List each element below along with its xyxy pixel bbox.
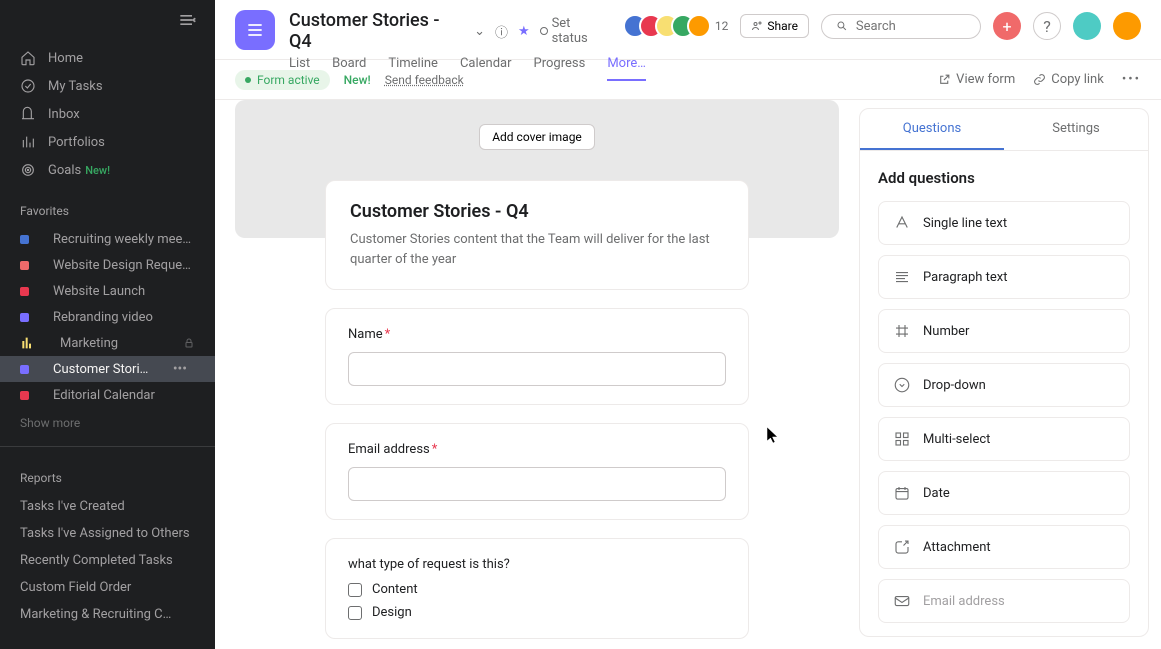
user-avatar[interactable]: [1113, 12, 1141, 40]
global-add-button[interactable]: +: [993, 12, 1021, 40]
help-button[interactable]: ?: [1033, 12, 1061, 40]
nav-icon: [20, 134, 36, 150]
star-icon[interactable]: ★: [518, 24, 530, 39]
form-title: Customer Stories - Q4: [350, 201, 724, 222]
nav-home[interactable]: Home: [0, 44, 215, 72]
view-form-link[interactable]: View form: [938, 72, 1015, 87]
form-header-card[interactable]: Customer Stories - Q4 Customer Stories c…: [325, 180, 749, 290]
nav-icon: [20, 106, 36, 122]
send-feedback-link[interactable]: Send feedback: [385, 73, 464, 87]
tab-questions[interactable]: Questions: [860, 109, 1004, 150]
question-type-paragraph-text[interactable]: Paragraph text: [878, 255, 1130, 299]
new-badge: New!: [344, 73, 371, 87]
nav-icon: [20, 78, 36, 94]
nav-icon: [20, 162, 36, 178]
type-icon: [893, 322, 911, 340]
title-chevron-icon[interactable]: ⌄: [474, 24, 485, 39]
favorite-item[interactable]: Recruiting weekly mee…: [0, 226, 215, 252]
member-count: 12: [715, 19, 729, 33]
question-type-attachment[interactable]: Attachment: [878, 525, 1130, 569]
panel-heading: Add questions: [878, 169, 1130, 187]
project-title: Customer Stories - Q4: [289, 10, 464, 52]
type-icon: [893, 538, 911, 556]
more-menu[interactable]: •••: [1122, 72, 1141, 87]
report-item[interactable]: Marketing & Recruiting C…: [0, 601, 215, 628]
nav-goals[interactable]: GoalsNew!: [0, 156, 215, 184]
nav-icon: [20, 50, 36, 66]
search-icon: [836, 19, 848, 33]
report-item[interactable]: Custom Field Order: [0, 574, 215, 601]
favorites-header: Favorites: [0, 188, 215, 226]
checkbox[interactable]: [348, 583, 362, 597]
copy-link[interactable]: Copy link: [1033, 72, 1104, 87]
tab-settings[interactable]: Settings: [1004, 109, 1148, 150]
form-description: Customer Stories content that the Team w…: [350, 230, 724, 269]
search-box[interactable]: [821, 14, 981, 39]
report-item[interactable]: Recently Completed Tasks: [0, 547, 215, 574]
reports-header: Reports: [0, 455, 215, 493]
toolbar: Form active New! Send feedback View form…: [215, 60, 1161, 100]
project-icon[interactable]: [235, 10, 275, 50]
nav-inbox[interactable]: Inbox: [0, 100, 215, 128]
sidebar-collapse[interactable]: [0, 0, 215, 40]
favorite-item[interactable]: Editorial Calendar: [0, 382, 215, 408]
top-bar: Customer Stories - Q4 ⌄ ⓘ ★ Set status L…: [215, 0, 1161, 60]
question-type-email-address[interactable]: Email address: [878, 579, 1130, 623]
question-name[interactable]: Name*: [325, 308, 749, 405]
item-menu[interactable]: •••: [165, 361, 195, 377]
favorite-item[interactable]: Rebranding video: [0, 304, 215, 330]
name-input[interactable]: [348, 352, 726, 386]
question-type-drop-down[interactable]: Drop-down: [878, 363, 1130, 407]
favorite-item[interactable]: Marketing: [0, 330, 215, 356]
side-panel: Questions Settings Add questions Single …: [859, 108, 1149, 637]
type-icon: [893, 592, 911, 610]
form-status-badge[interactable]: Form active: [235, 70, 330, 90]
nav-portfolios[interactable]: Portfolios: [0, 128, 215, 156]
main: Customer Stories - Q4 ⌄ ⓘ ★ Set status L…: [215, 0, 1161, 649]
search-input[interactable]: [856, 19, 966, 34]
external-icon: [938, 73, 951, 86]
email-input[interactable]: [348, 467, 726, 501]
nav-my-tasks[interactable]: My Tasks: [0, 72, 215, 100]
checkbox[interactable]: [348, 606, 362, 620]
question-email[interactable]: Email address*: [325, 423, 749, 520]
type-icon: [893, 268, 911, 286]
form-area: Add cover image Customer Stories - Q4 Cu…: [215, 100, 859, 649]
question-request-type[interactable]: what type of request is this? Content De…: [325, 538, 749, 639]
member-avatars[interactable]: 12: [623, 14, 729, 38]
favorite-item[interactable]: Website Launch: [0, 278, 215, 304]
type-icon: [893, 214, 911, 232]
question-type-number[interactable]: Number: [878, 309, 1130, 353]
favorite-item[interactable]: Customer Stories - Q4•••: [0, 356, 215, 382]
type-icon: [893, 430, 911, 448]
add-cover-button[interactable]: Add cover image: [479, 124, 595, 150]
sidebar: HomeMy TasksInboxPortfoliosGoalsNew! Fav…: [0, 0, 215, 649]
question-type-multi-select[interactable]: Multi-select: [878, 417, 1130, 461]
link-icon: [1033, 73, 1046, 86]
question-type-single-line-text[interactable]: Single line text: [878, 201, 1130, 245]
info-icon[interactable]: ⓘ: [495, 22, 508, 41]
org-avatar[interactable]: [1073, 12, 1101, 40]
show-more[interactable]: Show more: [0, 408, 215, 438]
type-icon: [893, 376, 911, 394]
type-icon: [893, 484, 911, 502]
favorite-item[interactable]: Website Design Reque…: [0, 252, 215, 278]
set-status[interactable]: Set status: [540, 16, 609, 46]
report-item[interactable]: Tasks I've Created: [0, 493, 215, 520]
report-item[interactable]: Tasks I've Assigned to Others: [0, 520, 215, 547]
question-type-date[interactable]: Date: [878, 471, 1130, 515]
share-button[interactable]: Share: [740, 14, 809, 38]
